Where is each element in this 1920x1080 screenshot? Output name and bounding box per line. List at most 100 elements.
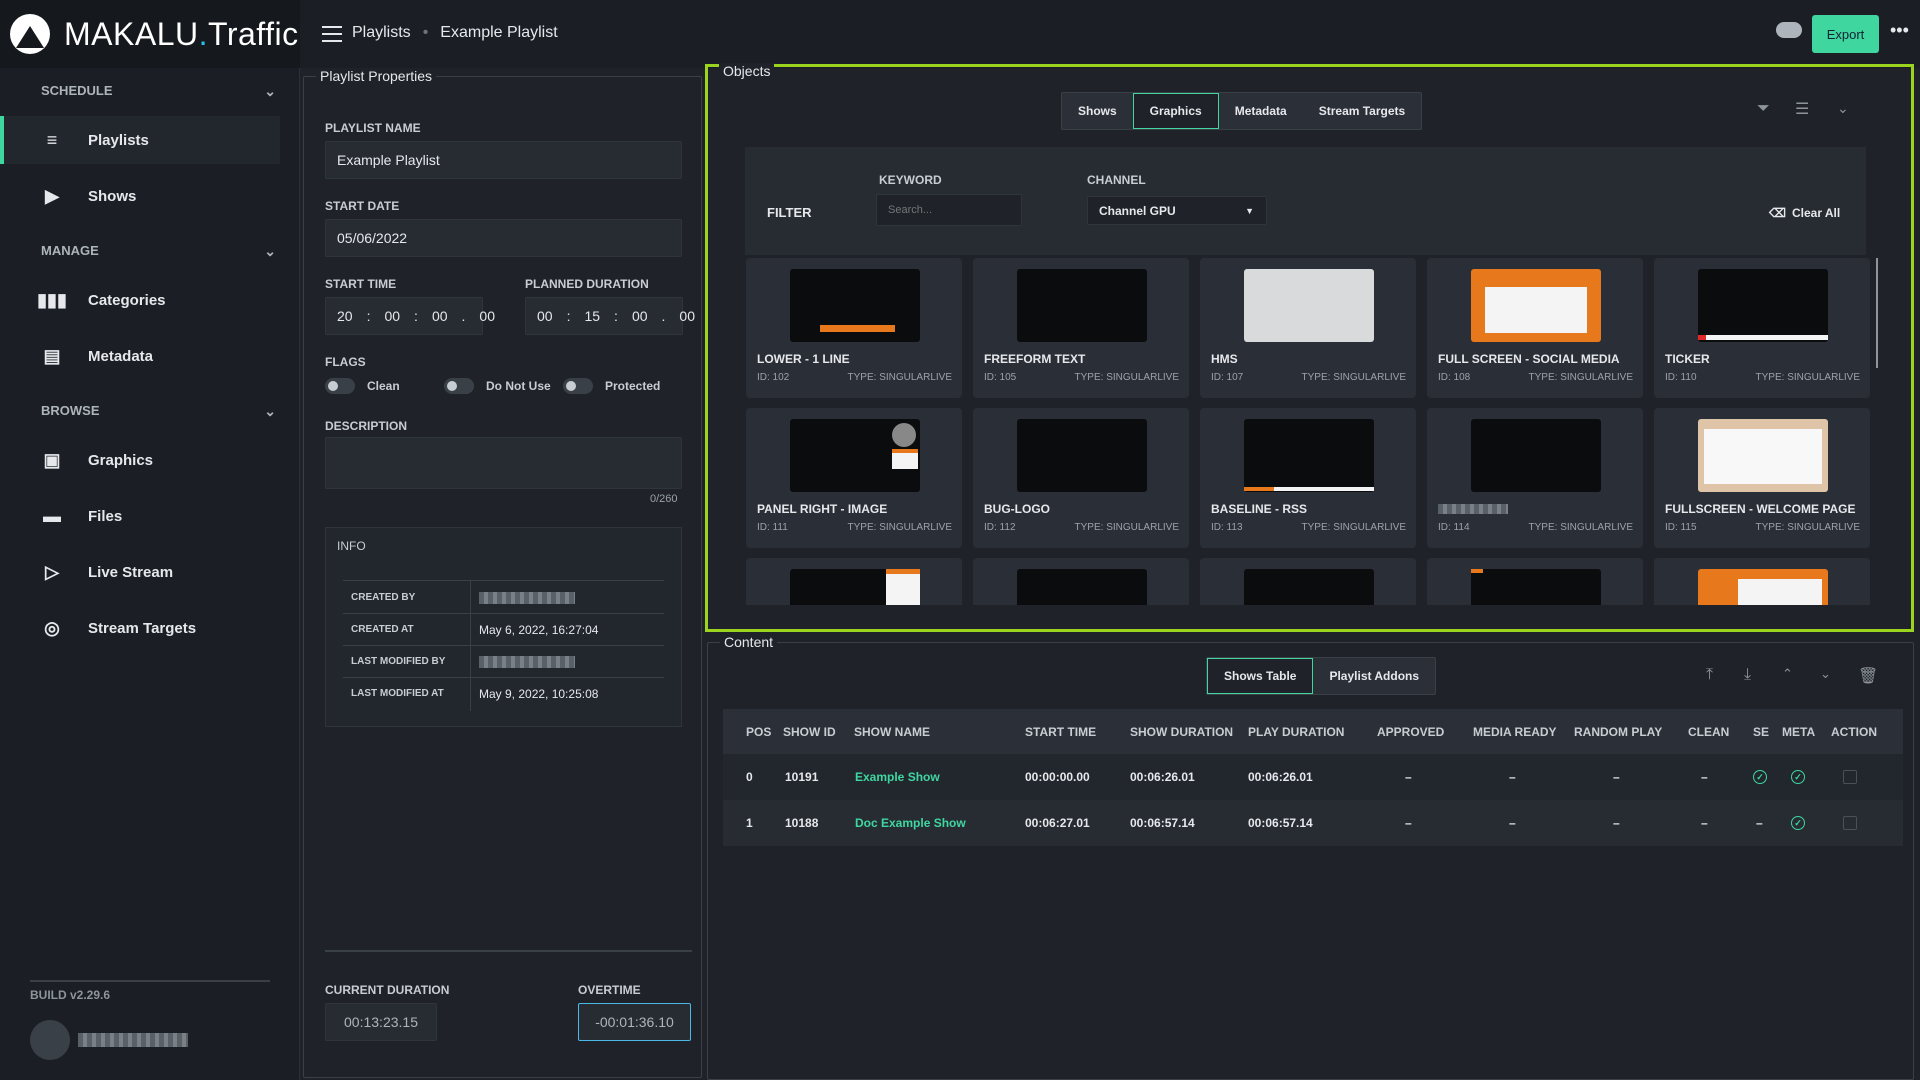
col-show-name[interactable]: SHOW NAME bbox=[854, 709, 930, 754]
toggle-switch[interactable] bbox=[563, 378, 593, 394]
graphic-thumbnail bbox=[1017, 419, 1147, 492]
row-checkbox[interactable] bbox=[1843, 770, 1857, 784]
section-schedule[interactable]: SCHEDULE ⌄ bbox=[41, 83, 276, 100]
graphic-card[interactable] bbox=[973, 558, 1189, 605]
app-logo[interactable]: MAKALU.Traffic bbox=[0, 0, 300, 68]
sidebar-item-graphics[interactable]: ▣ Graphics bbox=[0, 436, 280, 484]
breadcrumb-playlists[interactable]: Playlists bbox=[352, 24, 411, 42]
objects-scrollbar[interactable] bbox=[1876, 258, 1878, 368]
col-action[interactable]: ACTION bbox=[1831, 709, 1877, 754]
cell-action[interactable] bbox=[1843, 800, 1857, 846]
toggle-switch[interactable] bbox=[325, 378, 355, 394]
clear-all-button[interactable]: ⌫ Clear All bbox=[1769, 206, 1840, 220]
tab-playlist-addons[interactable]: Playlist Addons bbox=[1313, 658, 1435, 694]
chevron-down-icon[interactable]: ⌄ bbox=[1837, 100, 1849, 117]
clean-toggle[interactable]: Clean bbox=[325, 378, 400, 394]
graphic-card[interactable]: FULL SCREEN - SOCIAL MEDIA ID: 108 TYPE: S… bbox=[1427, 258, 1643, 398]
build-version: BUILD v2.29.6 bbox=[30, 980, 270, 1002]
graphic-card[interactable] bbox=[1200, 558, 1416, 605]
section-browse[interactable]: BROWSE ⌄ bbox=[41, 403, 276, 420]
start-date-field[interactable]: 05/06/2022 bbox=[325, 219, 682, 257]
graphic-card[interactable] bbox=[1654, 558, 1870, 605]
sidebar-item-live-stream[interactable]: ▷ Live Stream bbox=[0, 548, 280, 596]
planned-duration-field[interactable]: 00:15:00. 00 bbox=[525, 297, 695, 335]
section-manage[interactable]: MANAGE ⌄ bbox=[41, 243, 276, 260]
cell-show-name-link[interactable]: Example Show bbox=[855, 754, 940, 800]
move-to-top-icon[interactable]: ⤒ bbox=[1706, 666, 1713, 684]
graphic-card[interactable] bbox=[746, 558, 962, 605]
cell-action[interactable] bbox=[1843, 754, 1857, 800]
sidebar-item-files[interactable]: ▬ Files bbox=[0, 492, 280, 540]
graphic-card[interactable]: TICKER ID: 110 TYPE: SINGULARLIVE bbox=[1654, 258, 1870, 398]
channel-label: CHANNEL bbox=[1087, 173, 1146, 187]
cell-play-duration: 00:06:57.14 bbox=[1248, 816, 1313, 830]
hamburger-menu-icon[interactable] bbox=[322, 26, 342, 42]
col-play-duration[interactable]: PLAY DURATION bbox=[1248, 709, 1344, 754]
more-options-icon[interactable]: ••• bbox=[1890, 20, 1909, 41]
sidebar-item-label: Metadata bbox=[88, 347, 154, 365]
sidebar-item-stream-targets[interactable]: ◎ Stream Targets bbox=[0, 604, 280, 652]
list-view-icon[interactable]: ☰ bbox=[1795, 99, 1809, 119]
col-show-duration[interactable]: SHOW DURATION bbox=[1130, 709, 1233, 754]
channel-select[interactable]: Channel GPU ▼ bbox=[1087, 196, 1267, 225]
sidebar-item-label: Stream Targets bbox=[88, 619, 197, 637]
description-textarea[interactable] bbox=[325, 437, 682, 489]
cell-show-name-link[interactable]: Doc Example Show bbox=[855, 800, 966, 846]
graphic-card[interactable]: FREEFORM TEXT ID: 105 TYPE: SINGULARLIVE bbox=[973, 258, 1189, 398]
start-time-field[interactable]: 20:00:00. 00 bbox=[325, 297, 495, 335]
sidebar-item-playlists[interactable]: ≡ Playlists bbox=[0, 116, 280, 164]
col-random-play[interactable]: RANDOM PLAY bbox=[1574, 709, 1662, 754]
graphic-card[interactable] bbox=[1427, 558, 1643, 605]
cloud-icon[interactable] bbox=[1776, 22, 1802, 38]
row-checkbox[interactable] bbox=[1843, 816, 1857, 830]
graphic-card[interactable]: PANEL RIGHT - IMAGE ID: 111 TYPE: SINGULAR… bbox=[746, 408, 962, 548]
playlist-name-field[interactable]: Example Playlist bbox=[325, 141, 682, 179]
trash-icon[interactable]: 🗑 bbox=[1858, 666, 1878, 686]
sidebar-item-label: Playlists bbox=[88, 131, 149, 149]
graphic-card[interactable]: HMS ID: 107 TYPE: SINGULARLIVE bbox=[1200, 258, 1416, 398]
tab-metadata[interactable]: Metadata bbox=[1219, 93, 1303, 129]
move-up-icon[interactable]: ⌃ bbox=[1782, 666, 1793, 682]
keyword-search-input[interactable] bbox=[876, 194, 1022, 226]
protected-toggle[interactable]: Protected bbox=[563, 378, 660, 394]
time-ss: 00 bbox=[431, 308, 448, 324]
col-media-ready[interactable]: MEDIA READY bbox=[1473, 709, 1557, 754]
table-row[interactable]: 1 10188 Doc Example Show 00:06:27.01 00:… bbox=[723, 800, 1903, 846]
graphic-card[interactable]: BUG-LOGO ID: 112 TYPE: SINGULARLIVE bbox=[973, 408, 1189, 548]
dur-ss: 00 bbox=[631, 308, 648, 324]
sidebar-item-categories[interactable]: ▮▮▮ Categories bbox=[0, 276, 280, 324]
user-profile[interactable] bbox=[30, 1020, 188, 1060]
graphic-thumbnail bbox=[1017, 269, 1147, 342]
graphic-card[interactable]: BASELINE - RSS ID: 113 TYPE: SINGULARLIVE bbox=[1200, 408, 1416, 548]
col-approved[interactable]: APPROVED bbox=[1377, 709, 1444, 754]
move-to-bottom-icon[interactable]: ⤓ bbox=[1744, 666, 1751, 684]
card-id: ID: 111 bbox=[757, 522, 788, 533]
playlist-icon: ≡ bbox=[46, 129, 58, 150]
col-se[interactable]: SE bbox=[1753, 709, 1769, 754]
dur-ff: 00 bbox=[679, 308, 695, 324]
tab-shows-table[interactable]: Shows Table bbox=[1207, 658, 1314, 694]
time-ff: 00 bbox=[479, 308, 495, 324]
graphic-card[interactable]: LOWER - 1 LINE ID: 102 TYPE: SINGULARLIVE bbox=[746, 258, 962, 398]
col-pos[interactable]: POS bbox=[746, 709, 771, 754]
sidebar-item-metadata[interactable]: ▤ Metadata bbox=[0, 332, 280, 380]
graphic-card[interactable]: FULLSCREEN - WELCOME PAGE ID: 115 TYPE: SI… bbox=[1654, 408, 1870, 548]
sidebar-item-shows[interactable]: ▶ Shows bbox=[0, 172, 280, 220]
table-row[interactable]: 0 10191 Example Show 00:00:00.00 00:06:2… bbox=[723, 754, 1903, 800]
col-start-time[interactable]: START TIME bbox=[1025, 709, 1096, 754]
graphic-card[interactable]: ID: 114 TYPE: SINGULARLIVE bbox=[1427, 408, 1643, 548]
info-row-divider bbox=[343, 645, 664, 646]
export-button[interactable]: Export bbox=[1812, 15, 1879, 53]
tab-graphics[interactable]: Graphics bbox=[1132, 93, 1219, 129]
card-type: TYPE: SINGULARLIVE bbox=[1301, 522, 1406, 533]
col-show-id[interactable]: SHOW ID bbox=[783, 709, 836, 754]
move-down-icon[interactable]: ⌄ bbox=[1820, 666, 1831, 682]
col-meta[interactable]: META bbox=[1782, 709, 1815, 754]
cell-show-id: 10188 bbox=[785, 816, 819, 830]
toggle-switch[interactable] bbox=[444, 378, 474, 394]
filter-icon[interactable]: ⏷ bbox=[1757, 100, 1770, 118]
do-not-use-toggle[interactable]: Do Not Use bbox=[444, 378, 551, 394]
tab-shows[interactable]: Shows bbox=[1062, 93, 1133, 129]
tab-stream-targets[interactable]: Stream Targets bbox=[1303, 93, 1421, 129]
col-clean[interactable]: CLEAN bbox=[1688, 709, 1729, 754]
